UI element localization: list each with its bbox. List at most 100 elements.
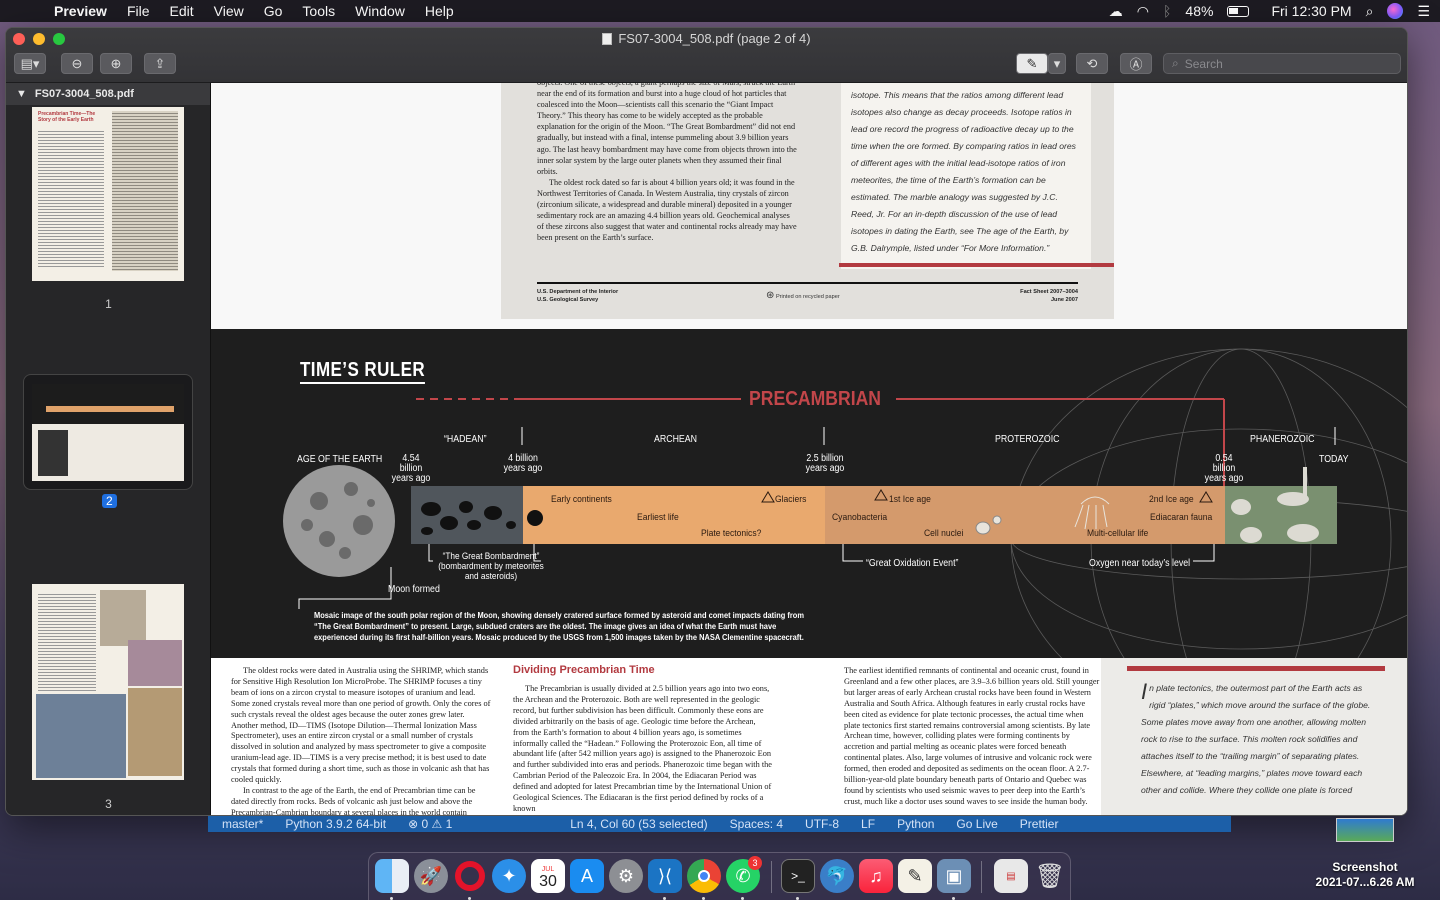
problems-count[interactable]: ⊗ 0 ⚠ 1 bbox=[408, 817, 452, 831]
bluetooth-icon[interactable]: ᛒ bbox=[1163, 3, 1171, 19]
vscode-icon[interactable]: ⟩⟨ bbox=[648, 859, 682, 893]
footer-agency: U.S. Department of the Interior U.S. Geol… bbox=[537, 289, 619, 303]
siri-icon[interactable] bbox=[1387, 3, 1404, 19]
event-first-ice-age: 1st Ice age bbox=[889, 494, 931, 505]
plate-tectonics-quote: In plate tectonics, the outermost part o… bbox=[1141, 679, 1371, 796]
today-label: TODAY bbox=[1319, 454, 1349, 465]
thumb-timeline-bar bbox=[46, 406, 174, 412]
event-cyanobacteria: Cyanobacteria bbox=[832, 512, 888, 523]
sidebar-file-header[interactable]: ▼ FS07-3004_508.pdf bbox=[6, 83, 210, 105]
page-number-2: 2 bbox=[102, 494, 117, 508]
battery-percent[interactable]: 48% bbox=[1185, 3, 1213, 19]
chrome-icon[interactable] bbox=[687, 859, 721, 893]
menu-help[interactable]: Help bbox=[425, 3, 454, 19]
preview-window: FS07-3004_508.pdf (page 2 of 4) ▤▾ ⊖ ⊕ ⇪… bbox=[5, 27, 1408, 816]
share-button[interactable]: ⇪ bbox=[144, 53, 176, 74]
markup-pen-button[interactable]: ✎ bbox=[1016, 53, 1048, 74]
event-second-ice-age: 2nd Ice age bbox=[1149, 494, 1194, 505]
menu-tools[interactable]: Tools bbox=[302, 3, 335, 19]
creative-cloud-icon[interactable]: ☁ bbox=[1109, 3, 1123, 20]
event-earliest-life: Earliest life bbox=[637, 512, 679, 523]
battery-icon[interactable] bbox=[1227, 5, 1250, 17]
clock[interactable]: Fri 12:30 PM bbox=[1271, 3, 1351, 19]
search-icon: ⌕ bbox=[1172, 56, 1179, 70]
spotlight-search-icon[interactable]: ⌕ bbox=[1366, 3, 1374, 20]
event-multicellular: Multi-cellular life bbox=[1087, 528, 1149, 539]
search-field[interactable]: ⌕ Search bbox=[1163, 53, 1401, 74]
era-phanerozoic: PHANEROZOIC bbox=[1250, 434, 1315, 445]
era-archean: ARCHEAN bbox=[654, 434, 698, 445]
era-proterozoic: PROTEROZOIC bbox=[995, 434, 1060, 445]
dock-divider bbox=[771, 861, 772, 893]
document-view[interactable]: objects. One of these objects, a giant p… bbox=[211, 83, 1407, 816]
moon-image-caption: Mosaic image of the south polar region o… bbox=[314, 610, 805, 642]
finder-icon[interactable] bbox=[375, 859, 409, 893]
documents-stack-icon[interactable]: ▤ bbox=[994, 859, 1028, 893]
thumb-image bbox=[38, 430, 68, 476]
language-mode[interactable]: Python bbox=[897, 817, 934, 831]
git-branch[interactable]: master* bbox=[222, 817, 263, 831]
event-early-continents: Early continents bbox=[551, 494, 612, 505]
menu-window[interactable]: Window bbox=[355, 3, 405, 19]
menu-view[interactable]: View bbox=[214, 3, 244, 19]
whatsapp-badge: 3 bbox=[748, 856, 762, 870]
page1-column: objects. One of these objects, a giant p… bbox=[537, 83, 797, 243]
dock: 🚀 ✦ JUL 30 A ⚙ ⟩⟨ ✆ 3 >_ 🐬 ♫ ✎ ▣ ▤ 🗑 bbox=[368, 852, 1071, 900]
wifi-icon[interactable]: ◠ bbox=[1137, 3, 1149, 20]
event-ediacaran-fauna: Ediacaran fauna bbox=[1150, 512, 1213, 523]
cursor-position[interactable]: Ln 4, Col 60 (53 selected) bbox=[570, 817, 707, 831]
disclosure-triangle-icon[interactable]: ▼ bbox=[16, 88, 27, 100]
screenshot-file-icon[interactable] bbox=[1336, 818, 1394, 842]
red-rule bbox=[839, 263, 1114, 267]
python-interpreter[interactable]: Python 3.9.2 64-bit bbox=[285, 817, 386, 831]
terminal-icon[interactable]: >_ bbox=[781, 859, 815, 893]
control-center-icon[interactable]: ☰ bbox=[1417, 3, 1430, 20]
page-2-lower: The oldest rocks were dated in Australia… bbox=[211, 658, 1407, 816]
system-preferences-icon[interactable]: ⚙ bbox=[609, 859, 643, 893]
footer-rule bbox=[537, 282, 1078, 284]
event-glaciers: Glaciers bbox=[775, 494, 807, 505]
great-bombardment-label: “The Great Bombardment” (bombardment by … bbox=[438, 550, 544, 581]
prettier[interactable]: Prettier bbox=[1020, 817, 1059, 831]
shrimp-column: The oldest rocks were dated in Australia… bbox=[231, 666, 491, 816]
app-menu[interactable]: Preview bbox=[54, 3, 107, 19]
line-ending[interactable]: LF bbox=[861, 817, 875, 831]
thumbnail-page-2[interactable] bbox=[32, 384, 184, 481]
rotate-button[interactable]: ⟲ bbox=[1076, 53, 1108, 74]
mysql-workbench-icon[interactable]: 🐬 bbox=[820, 859, 854, 893]
menu-bar: Preview File Edit View Go Tools Window H… bbox=[0, 0, 1440, 22]
menu-go[interactable]: Go bbox=[264, 3, 283, 19]
preview-icon[interactable]: ▣ bbox=[937, 859, 971, 893]
dock-divider bbox=[981, 861, 982, 893]
thumb-text-lines bbox=[112, 111, 178, 271]
safari-icon[interactable]: ✦ bbox=[492, 859, 526, 893]
launchpad-icon[interactable]: 🚀 bbox=[414, 859, 448, 893]
menu-edit[interactable]: Edit bbox=[170, 3, 194, 19]
menu-file[interactable]: File bbox=[127, 3, 150, 19]
app-store-icon[interactable]: A bbox=[570, 859, 604, 893]
opera-icon[interactable] bbox=[453, 859, 487, 893]
textedit-icon[interactable]: ✎ bbox=[898, 859, 932, 893]
zoom-in-button[interactable]: ⊕ bbox=[100, 53, 132, 74]
screenshot-file-label[interactable]: Screenshot 2021-07...6.26 AM bbox=[1300, 860, 1430, 890]
indentation[interactable]: Spaces: 4 bbox=[730, 817, 783, 831]
era-hadean: “HADEAN” bbox=[444, 434, 487, 445]
footer-factsheet: Fact Sheet 2007–3004 June 2007 bbox=[1020, 289, 1078, 303]
go-live[interactable]: Go Live bbox=[956, 817, 997, 831]
sidebar-toggle-button[interactable]: ▤▾ bbox=[14, 53, 46, 74]
time-2-5: 2.5 billion years ago bbox=[805, 453, 845, 474]
zoom-out-button[interactable]: ⊖ bbox=[61, 53, 93, 74]
thumbnail-page-3[interactable] bbox=[32, 584, 184, 780]
calendar-icon[interactable]: JUL 30 bbox=[531, 859, 565, 893]
vscode-status-bar: master* Python 3.9.2 64-bit ⊗ 0 ⚠ 1 Ln 4… bbox=[208, 816, 1231, 832]
oxygen-level-label: Oxygen near today’s level bbox=[1089, 558, 1191, 569]
recycled-icon: ⊛ bbox=[766, 290, 775, 301]
music-icon[interactable]: ♫ bbox=[859, 859, 893, 893]
thumb-image bbox=[128, 640, 182, 686]
trash-icon[interactable]: 🗑 bbox=[1033, 859, 1067, 893]
thumb-image bbox=[100, 590, 146, 646]
markup-menu-chevron-icon[interactable]: ▾ bbox=[1048, 53, 1066, 74]
thumbnail-page-1[interactable]: Precambrian Time—The Story of the Early … bbox=[32, 107, 184, 281]
encoding[interactable]: UTF-8 bbox=[805, 817, 839, 831]
markup-toolbar-button[interactable]: Ⓐ bbox=[1120, 53, 1152, 74]
